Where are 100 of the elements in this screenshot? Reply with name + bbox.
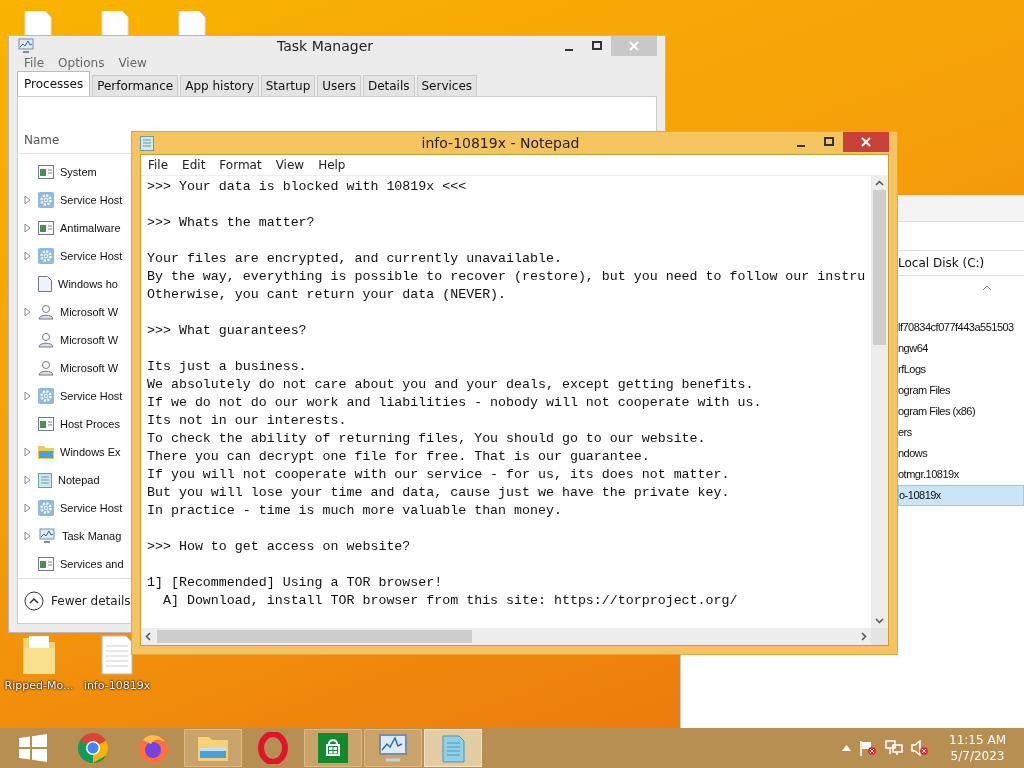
tab[interactable]: Users [317,75,361,96]
file-list-item[interactable]: o-10819x [898,485,1024,506]
file-list-item[interactable]: lf70834cf077f443a551503 [898,317,1024,338]
text-line: >>> How to get access on website? [147,538,412,556]
menu-item[interactable]: File [17,56,52,70]
tab[interactable]: Startup [260,75,316,96]
folder-icon [38,445,54,459]
flag-icon[interactable] [859,740,878,756]
column-header[interactable]: Name [24,133,119,153]
network-icon[interactable] [885,740,904,756]
folder-icon[interactable] [197,734,229,762]
file-list-item[interactable]: ogram Files (x86) [898,401,1024,422]
close-button[interactable] [843,132,889,152]
scrollbar-thumb[interactable] [873,190,886,345]
process-row[interactable]: System [18,158,128,186]
text-line: But you will lose your time and data, cause just we have the private key. [147,484,731,502]
process-row[interactable]: Microsoft W [18,354,128,382]
address-bar-text[interactable]: Local Disk (C:) [898,256,985,270]
expand-arrow-icon[interactable] [24,503,31,513]
taskbar-button[interactable] [184,729,242,767]
gear-icon [38,192,54,208]
notepad-icon [140,135,154,151]
tab[interactable]: Details [362,75,415,96]
expand-arrow-icon[interactable] [24,475,31,485]
menu-item[interactable]: Help [311,158,353,172]
file-icon[interactable] [100,11,130,37]
close-icon [629,41,639,51]
monitor-chart-icon [17,38,35,54]
window-title: Task Manager [276,38,374,54]
process-row[interactable]: Antimalware [18,214,128,242]
process-row[interactable]: Windows Ex [18,438,128,466]
menu-item[interactable]: View [268,158,312,172]
process-row[interactable]: Services and [18,550,128,578]
file-icon[interactable] [23,11,53,37]
process-row[interactable]: Microsoft W [18,326,128,354]
expand-arrow-icon[interactable] [24,307,31,317]
taskbar-button[interactable] [364,729,422,767]
process-row[interactable]: Notepad [18,466,128,494]
monitor-chart-icon [38,528,56,544]
ring-o-icon[interactable] [257,732,289,764]
process-row[interactable]: Microsoft W [18,298,128,326]
process-row[interactable]: Service Host [18,186,128,214]
window-icon [38,417,54,431]
tab[interactable]: App history [180,75,259,96]
process-row[interactable]: Host Proces [18,410,128,438]
file-list-item[interactable]: ndows [898,443,1024,464]
file-icon[interactable] [177,11,207,37]
date-text: 5/7/2023 [950,748,1005,764]
menu-item[interactable]: View [111,56,154,70]
process-row[interactable]: Service Host [18,382,128,410]
vertical-scrollbar[interactable] [871,176,888,628]
expand-arrow-icon[interactable] [24,195,31,205]
expand-arrow-icon[interactable] [24,531,31,541]
minimize-icon [565,48,573,51]
process-row[interactable]: Windows ho [18,270,128,298]
gear-icon [38,388,54,404]
tab[interactable]: Services [416,75,478,96]
gear-icon [38,248,54,264]
time-text: 11:15 AM [949,732,1006,748]
expand-arrow-icon[interactable] [24,447,31,457]
text-line: There you can decrypt one file for free. That is our guarantee. [147,448,651,466]
speaker-muted-icon[interactable] [911,740,930,756]
user-icon [38,332,54,348]
folder-icon[interactable] [21,634,57,676]
maximize-icon [592,41,602,51]
taskbar-button[interactable] [304,729,362,767]
text-line: If we do not do our work and liabilities - nobody will not cooperate with us. [147,394,763,412]
window-icon [38,557,54,571]
menu-item[interactable]: File [141,158,176,172]
fewer-details-button[interactable]: Fewer details [24,591,131,611]
process-row[interactable]: Task Manag [18,522,128,550]
tab[interactable]: Processes [17,71,91,96]
text-line: To check the ability of returning files, You should go to our website. [147,430,707,448]
horizontal-scrollbar[interactable] [141,628,871,645]
file-list-item[interactable]: ngw64 [898,338,1024,359]
file-list-item[interactable]: ogram Files [898,380,1024,401]
file-list-item[interactable]: otmgr.10819x [898,464,1024,485]
text-file-icon[interactable] [100,634,134,676]
show-hidden-icons-caret-icon[interactable] [842,745,852,751]
menu-item[interactable]: Format [212,158,269,172]
shopping-bag-icon[interactable] [318,733,348,763]
scrollbar-thumb[interactable] [157,630,472,643]
monitor-chart-icon[interactable] [377,733,409,763]
file-list-item[interactable]: rfLogs [898,359,1024,380]
text-line: Otherwise, you cant return your data (NEVER). [147,286,508,304]
expand-arrow-icon[interactable] [24,391,31,401]
fox-globe-icon[interactable] [137,732,169,764]
resize-grip[interactable] [871,628,888,645]
process-row[interactable]: Service Host [18,242,128,270]
browser-circle-icon[interactable] [77,732,109,764]
file-list-item[interactable]: ers [898,422,1024,443]
expand-arrow-icon[interactable] [24,223,31,233]
tab[interactable]: Performance [92,75,179,96]
sort-caret-icon[interactable] [983,285,991,290]
menu-item[interactable]: Edit [175,158,213,172]
maximize-icon [824,137,834,147]
process-row[interactable]: Service Host [18,494,128,522]
windows-logo-icon[interactable] [19,734,47,762]
expand-arrow-icon[interactable] [24,251,31,261]
menu-item[interactable]: Options [51,56,112,70]
